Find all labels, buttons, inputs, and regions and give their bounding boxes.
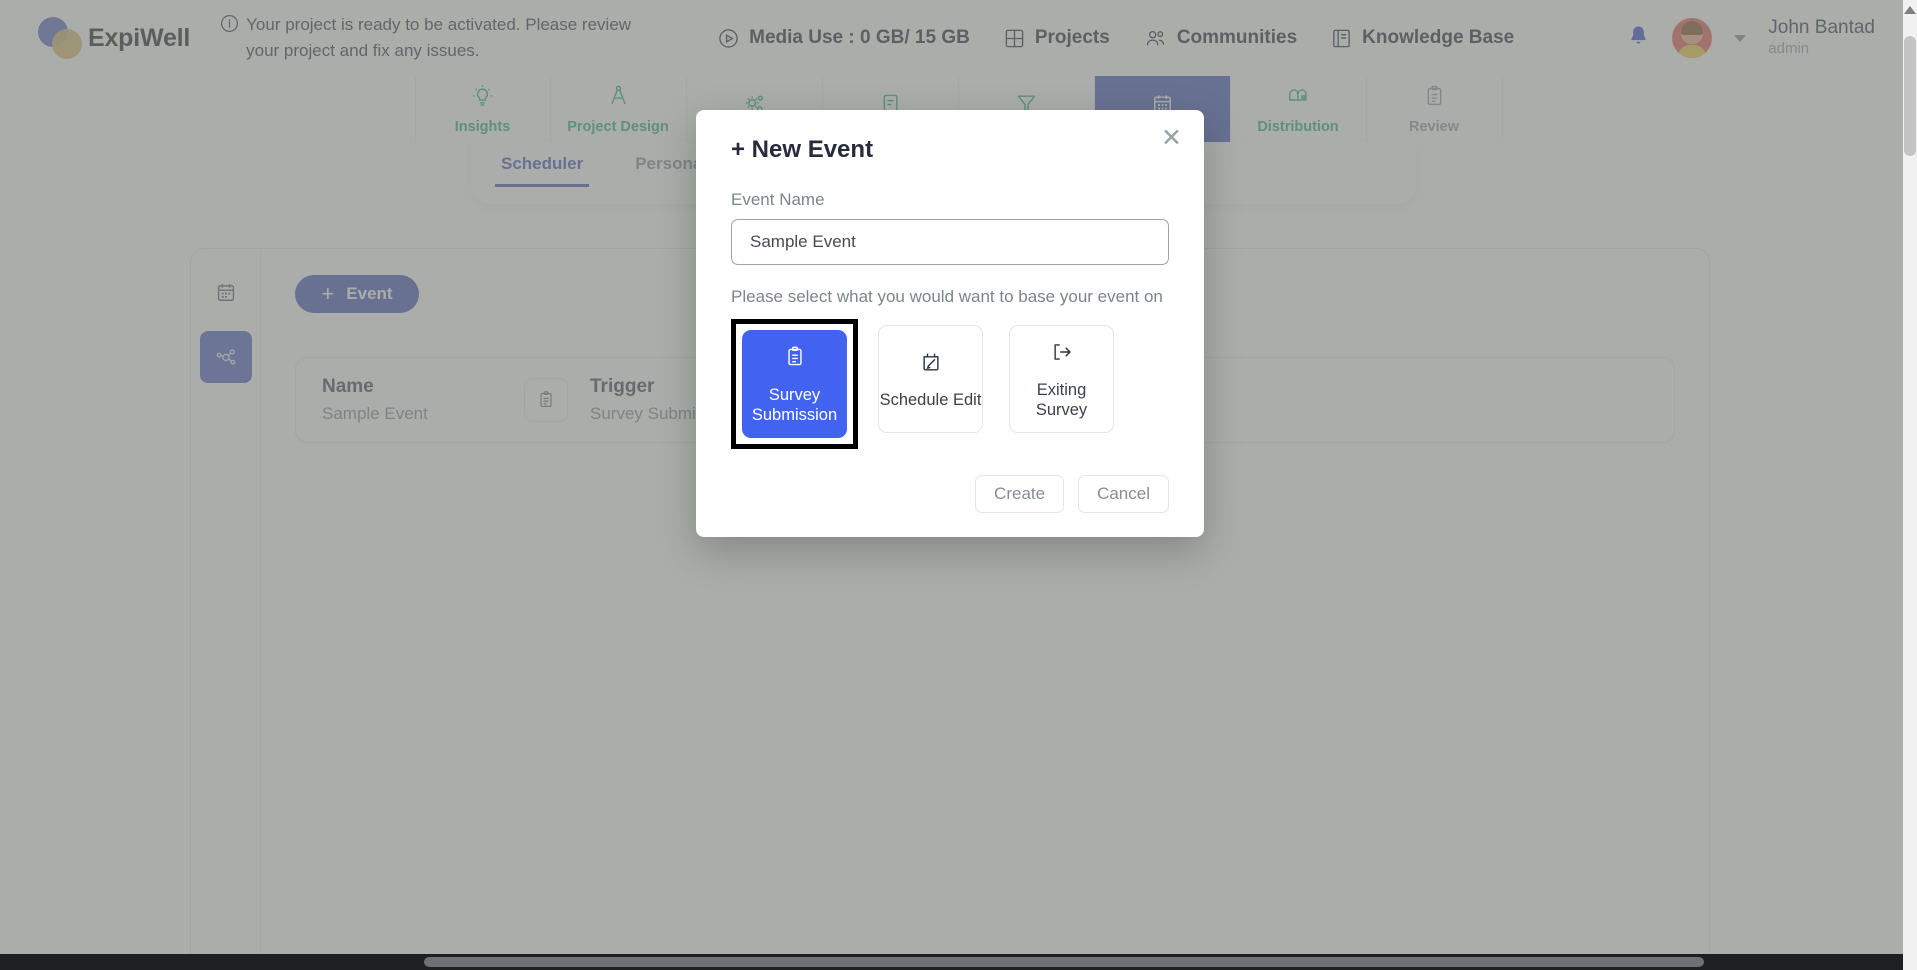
close-icon[interactable]: ✕ bbox=[1161, 126, 1182, 151]
modal-title: + New Event bbox=[731, 136, 874, 163]
horizontal-scrollbar[interactable] bbox=[0, 954, 1903, 970]
option-schedule-edit[interactable]: Schedule Edit bbox=[878, 325, 983, 433]
vertical-scrollbar[interactable] bbox=[1903, 0, 1917, 970]
option-exiting-survey-wrap: Exiting Survey bbox=[1003, 319, 1120, 449]
event-name-input[interactable] bbox=[731, 219, 1169, 265]
app-root: ExpiWell Your project is ready to be act… bbox=[0, 0, 1917, 970]
option-survey-submission-highlight: Survey Submission bbox=[731, 319, 858, 449]
event-name-label: Event Name bbox=[731, 190, 825, 209]
modal-actions: Create Cancel bbox=[731, 475, 1169, 513]
option-survey-submission[interactable]: Survey Submission bbox=[742, 330, 847, 438]
clipboard-list-icon bbox=[782, 344, 808, 375]
cancel-button[interactable]: Cancel bbox=[1078, 475, 1169, 513]
option-schedule-edit-wrap: Schedule Edit bbox=[872, 319, 989, 449]
create-button[interactable]: Create bbox=[975, 475, 1065, 513]
option-schedule-edit-label: Schedule Edit bbox=[879, 390, 982, 409]
option-exiting-survey[interactable]: Exiting Survey bbox=[1009, 325, 1114, 433]
option-survey-submission-label: Survey Submission bbox=[751, 385, 838, 424]
option-exiting-survey-label: Exiting Survey bbox=[1035, 380, 1088, 419]
scroll-up-arrow-icon[interactable] bbox=[1904, 6, 1916, 14]
vertical-scrollbar-thumb[interactable] bbox=[1904, 36, 1916, 156]
calendar-edit-icon bbox=[918, 349, 944, 380]
new-event-modal: ✕ + New Event Event Name Please select w… bbox=[696, 110, 1204, 537]
modal-hint: Please select what you would want to bas… bbox=[731, 287, 1163, 306]
event-base-options: Survey Submission Schedule Edit Exiting … bbox=[731, 319, 1169, 449]
horizontal-scrollbar-thumb[interactable] bbox=[424, 957, 1704, 967]
exit-arrow-icon bbox=[1048, 339, 1076, 370]
